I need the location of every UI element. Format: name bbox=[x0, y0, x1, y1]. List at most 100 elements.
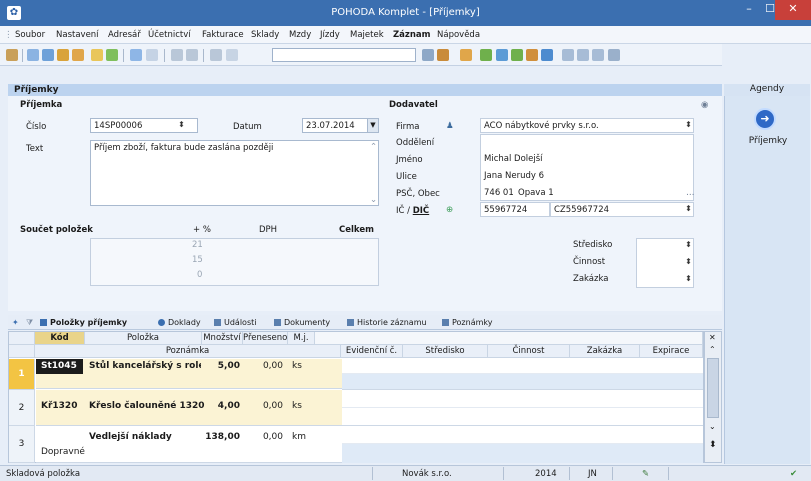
toolbar-table-icon[interactable] bbox=[511, 49, 523, 61]
dic-input[interactable]: CZ55967724 bbox=[550, 202, 694, 217]
ulice-value[interactable]: Jana Nerudy 6 bbox=[484, 171, 544, 181]
toolbar-report-icon[interactable] bbox=[496, 49, 508, 61]
toolbar-page-icon[interactable] bbox=[91, 49, 103, 61]
row-mj[interactable]: ks bbox=[292, 359, 302, 374]
row-polozka[interactable]: Vedlejší náklady bbox=[89, 430, 172, 445]
col-evidencni[interactable]: Evidenční č. bbox=[341, 345, 403, 358]
toolbar-grid2-icon[interactable] bbox=[577, 49, 589, 61]
row-lower-detail[interactable] bbox=[342, 374, 703, 390]
toolbar-folder-icon[interactable] bbox=[72, 49, 84, 61]
toolbar-copy-icon[interactable] bbox=[57, 49, 69, 61]
ic-input[interactable]: 55967724 bbox=[480, 202, 550, 217]
textarea-scroll-down-icon[interactable]: ⌄ bbox=[370, 195, 377, 205]
row-upper-detail[interactable] bbox=[342, 426, 703, 444]
col-cinnost[interactable]: Činnost bbox=[488, 345, 570, 358]
scroll-up-icon[interactable]: ⌃ bbox=[709, 345, 716, 354]
toolbar-people-icon[interactable] bbox=[526, 49, 538, 61]
toolbar-import-icon[interactable] bbox=[460, 49, 472, 61]
col-mnozstvi[interactable]: Množství bbox=[202, 332, 243, 345]
menu-mzdy[interactable]: Mzdy bbox=[289, 30, 311, 40]
row-number[interactable]: 3 bbox=[9, 426, 35, 463]
toolbar-preview-icon[interactable] bbox=[210, 49, 222, 61]
grid-close-icon[interactable]: ✕ bbox=[709, 333, 716, 342]
dic-spinner-icon[interactable]: ⬍ bbox=[684, 203, 693, 216]
row-lower-detail[interactable] bbox=[342, 408, 703, 426]
toolbar-check-icon[interactable] bbox=[106, 49, 118, 61]
col-mj[interactable]: M.j. bbox=[288, 332, 315, 345]
stredisko-spinner-icon[interactable]: ⬍ bbox=[684, 239, 693, 252]
row-mnozstvi[interactable]: 5,00 bbox=[202, 359, 240, 374]
address-more-icon[interactable]: … bbox=[686, 188, 695, 198]
toolbar-combo-arrow-icon[interactable] bbox=[422, 49, 434, 61]
toolbar-grid1-icon[interactable] bbox=[562, 49, 574, 61]
row-mnozstvi[interactable]: 138,00 bbox=[202, 430, 240, 445]
col-poznamka[interactable]: Poznámka bbox=[35, 345, 341, 358]
dic-label[interactable]: DIČ bbox=[413, 206, 429, 216]
row-mnozstvi[interactable]: 4,00 bbox=[202, 399, 240, 414]
menu-jizdy[interactable]: Jízdy bbox=[320, 30, 340, 40]
toolbar-combo[interactable] bbox=[272, 48, 416, 62]
datum-dropdown-icon[interactable]: ▼ bbox=[367, 119, 378, 132]
firma-spinner-icon[interactable]: ⬍ bbox=[684, 119, 693, 132]
row-mj[interactable]: ks bbox=[292, 399, 302, 414]
toolbar-filter-icon[interactable] bbox=[480, 49, 492, 61]
dodavatel-settings-icon[interactable]: ◉ bbox=[701, 100, 708, 110]
grid-vertical-scrollbar[interactable]: ✕ ⌃ ⌄ ⬍ bbox=[704, 331, 722, 463]
grid-spinner-icon[interactable]: ⬍ bbox=[709, 440, 717, 450]
tab-polozky[interactable]: Položky příjemky bbox=[40, 317, 127, 329]
tab-doklady[interactable]: Doklady bbox=[158, 317, 201, 329]
menu-ucetnictvi[interactable]: Účetnictví bbox=[148, 30, 191, 40]
jmeno-value[interactable]: Michal Dolejší bbox=[484, 154, 543, 164]
zakazka-spinner-icon[interactable]: ⬍ bbox=[684, 273, 693, 286]
row-poznamka[interactable]: Dopravné bbox=[41, 445, 85, 460]
psc-value[interactable]: 746 01 bbox=[484, 188, 514, 198]
row-number[interactable]: 1 bbox=[9, 359, 35, 390]
tab-dokumenty[interactable]: Dokumenty bbox=[274, 317, 330, 329]
menu-sklady[interactable]: Sklady bbox=[251, 30, 279, 40]
row-preneseno[interactable]: 0,00 bbox=[243, 430, 283, 445]
menu-fakturace[interactable]: Fakturace bbox=[202, 30, 244, 40]
tabs-filter-icon[interactable]: ⧩ bbox=[26, 317, 33, 329]
toolbar-cut-icon[interactable] bbox=[437, 49, 449, 61]
toolbar-grid3-icon[interactable] bbox=[592, 49, 604, 61]
toolbar-print-icon[interactable] bbox=[186, 49, 198, 61]
toolbar-dropdown-icon[interactable] bbox=[146, 49, 158, 61]
toolbar-tools-icon[interactable] bbox=[608, 49, 620, 61]
menu-soubor[interactable]: Soubor bbox=[15, 30, 45, 40]
prijemky-agenda-icon[interactable]: ➜ bbox=[754, 108, 776, 130]
row-number[interactable]: 2 bbox=[9, 390, 35, 426]
row-polozka[interactable]: Křeslo čalouněné 1320 bbox=[89, 399, 205, 414]
ares-globe-icon[interactable]: ⊕ bbox=[446, 205, 453, 215]
col-expirace[interactable]: Expirace bbox=[640, 345, 703, 358]
firma-address-book-icon[interactable]: ♟ bbox=[446, 121, 454, 131]
obec-value[interactable]: Opava 1 bbox=[518, 188, 554, 198]
agendy-item-prijemky[interactable]: Příjemky bbox=[725, 136, 811, 146]
menu-majetek[interactable]: Majetek bbox=[350, 30, 384, 40]
status-ok-icon[interactable]: ✔ bbox=[790, 469, 797, 479]
col-polozka[interactable]: Položka bbox=[85, 332, 202, 345]
row-polozka[interactable]: Stůl kancelářský s rolet bbox=[89, 359, 201, 374]
toolbar-back-icon[interactable] bbox=[130, 49, 142, 61]
row-mj[interactable]: km bbox=[292, 430, 306, 445]
toolbar-bank-icon[interactable] bbox=[541, 49, 553, 61]
col-kod[interactable]: Kód bbox=[35, 332, 85, 345]
col-stredisko[interactable]: Středisko bbox=[403, 345, 488, 358]
row-preneseno[interactable]: 0,00 bbox=[243, 399, 283, 414]
text-textarea[interactable]: Příjem zboží, faktura bude zaslána pozdě… bbox=[90, 140, 379, 206]
tab-historie[interactable]: Historie záznamu bbox=[347, 317, 427, 329]
toolbar-save-icon[interactable] bbox=[171, 49, 183, 61]
textarea-scroll-up-icon[interactable]: ⌃ bbox=[370, 142, 377, 152]
row-upper-detail[interactable] bbox=[342, 359, 703, 374]
firma-input[interactable]: ACO nábytkové prvky s.r.o. bbox=[480, 118, 694, 133]
toolbar-new-icon[interactable] bbox=[27, 49, 39, 61]
row-upper-detail[interactable] bbox=[342, 390, 703, 408]
toolbar-extra-icon[interactable] bbox=[226, 49, 238, 61]
close-button[interactable]: ✕ bbox=[775, 0, 811, 20]
cislo-spinner-icon[interactable]: ⬍ bbox=[177, 119, 186, 132]
menu-nastaveni[interactable]: Nastavení bbox=[56, 30, 99, 40]
menu-napoveda[interactable]: Nápověda bbox=[437, 30, 480, 40]
row-kod[interactable]: Kř1320 bbox=[41, 399, 77, 414]
col-preneseno[interactable]: Přeneseno bbox=[243, 332, 288, 345]
status-pen-icon[interactable]: ✎ bbox=[642, 469, 649, 479]
row-preneseno[interactable]: 0,00 bbox=[243, 359, 283, 374]
